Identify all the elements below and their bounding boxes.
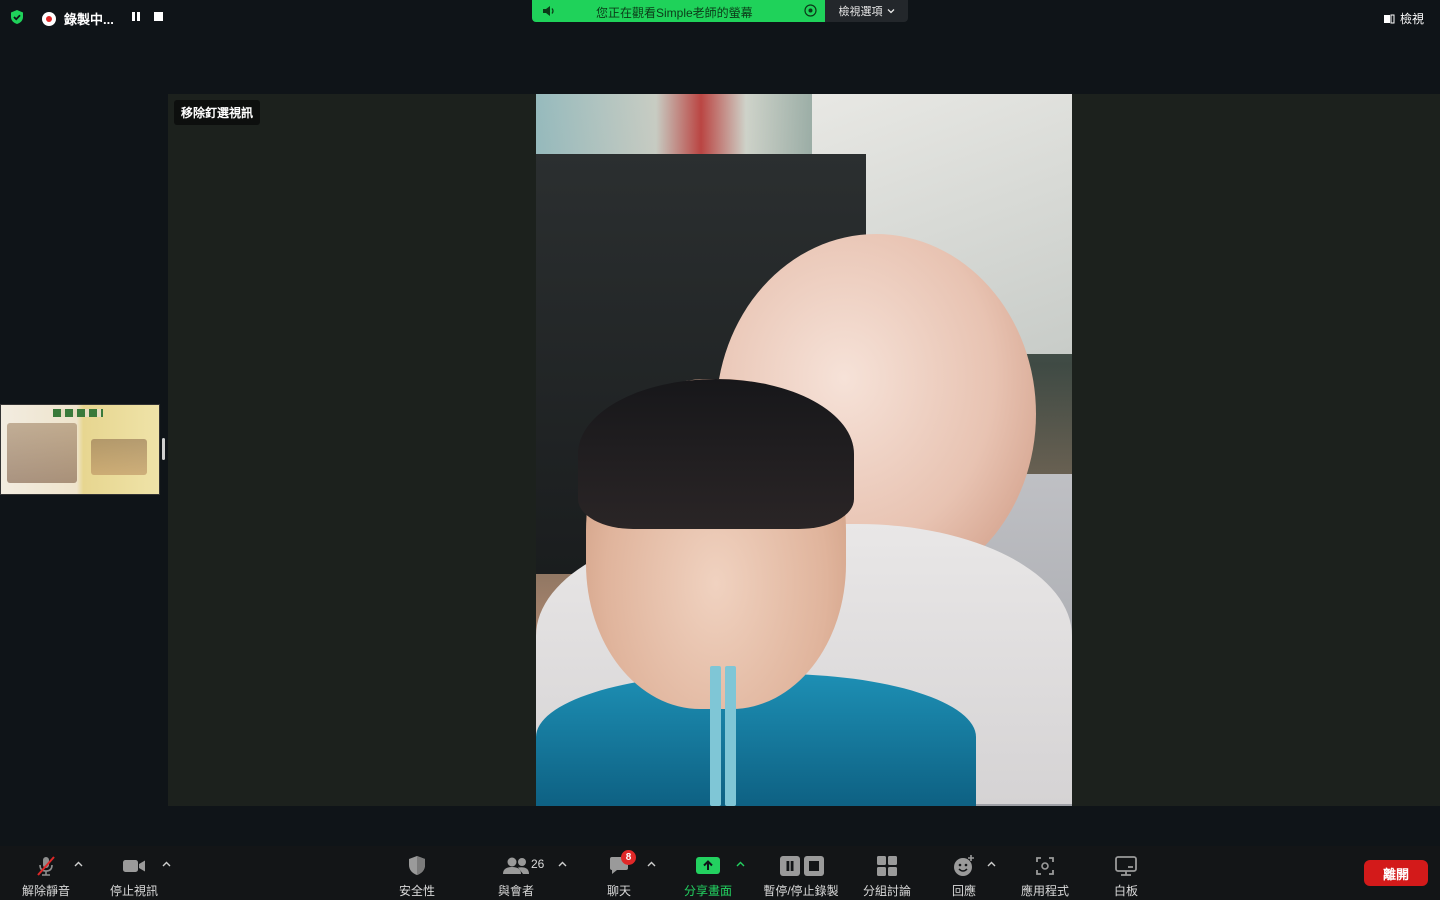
video-icon <box>123 860 145 872</box>
participants-options-chevron[interactable] <box>558 861 567 867</box>
target-icon[interactable] <box>804 4 817 17</box>
thumbnail-resize-handle[interactable] <box>162 438 165 460</box>
security-shield-icon <box>409 856 425 875</box>
whiteboard-label: 白板 <box>1113 884 1138 898</box>
breakout-rooms-button[interactable]: 分組討論 <box>860 846 914 900</box>
share-screen-icon <box>696 857 720 874</box>
chat-label: 聊天 <box>606 884 631 898</box>
audio-options-chevron[interactable] <box>74 861 83 867</box>
leave-meeting-button[interactable]: 離開 <box>1364 860 1428 886</box>
view-label: 檢視 <box>1399 12 1424 26</box>
mic-muted-icon <box>37 856 55 876</box>
recording-label: 錄製中... <box>64 12 114 27</box>
chat-unread-badge: 8 <box>621 850 636 865</box>
pause-record-icon <box>780 856 824 876</box>
participants-button[interactable]: 與會者 <box>494 846 538 900</box>
pinned-participant-video[interactable] <box>536 94 1072 806</box>
top-bar: 錄製中... 您正在觀看Simple老師的螢幕 檢視選項 檢視 <box>0 0 1440 34</box>
shared-screen-thumbnail[interactable] <box>0 404 160 495</box>
share-options-chevron[interactable] <box>736 861 745 867</box>
shield-icon[interactable] <box>9 9 25 25</box>
breakout-label: 分組討論 <box>862 884 911 898</box>
banner-text: 您正在觀看Simple老師的螢幕 <box>596 6 753 20</box>
whiteboard-button[interactable]: 白板 <box>1108 846 1144 900</box>
viewing-screen-notice: 您正在觀看Simple老師的螢幕 <box>532 0 825 22</box>
pause-record-label: 暫停/停止錄製 <box>763 884 839 898</box>
chevron-down-icon <box>887 9 894 14</box>
main-video-stage: 移除釘選視訊 <box>168 94 1440 806</box>
apps-icon <box>1036 857 1054 875</box>
pause-icon[interactable] <box>132 12 140 21</box>
view-icon <box>1383 14 1395 23</box>
reactions-label: 回應 <box>951 884 976 898</box>
share-screen-label: 分享畫面 <box>683 884 732 898</box>
reactions-button[interactable]: 回應 <box>946 846 982 900</box>
unmute-button[interactable]: 解除靜音 <box>20 846 72 900</box>
apps-button[interactable]: 應用程式 <box>1016 846 1074 900</box>
apps-label: 應用程式 <box>1020 884 1069 898</box>
view-options-label: 檢視選項 <box>838 6 883 18</box>
video-options-chevron[interactable] <box>162 861 171 867</box>
unmute-label: 解除靜音 <box>21 884 70 898</box>
record-icon <box>42 11 56 26</box>
view-button[interactable]: 檢視 <box>1383 10 1424 27</box>
screen-share-banner: 您正在觀看Simple老師的螢幕 檢視選項 <box>532 0 908 22</box>
share-screen-button[interactable]: 分享畫面 <box>680 846 736 900</box>
breakout-icon <box>877 856 897 876</box>
pause-stop-recording-button[interactable]: 暫停/停止錄製 <box>758 846 844 900</box>
view-options-button[interactable]: 檢視選項 <box>825 0 908 22</box>
meeting-toolbar: 解除靜音 停止視訊 安全性 與會者 26 聊天 8 分享畫面 暫停/停止錄製 分… <box>0 846 1440 900</box>
speaker-icon <box>543 6 554 16</box>
whiteboard-icon <box>1115 856 1137 876</box>
reactions-icon <box>954 855 974 876</box>
recording-indicator: 錄製中... <box>42 9 114 28</box>
stop-video-label: 停止視訊 <box>109 884 158 898</box>
participants-count: 26 <box>531 857 545 871</box>
reactions-options-chevron[interactable] <box>987 861 996 867</box>
stop-icon[interactable] <box>154 12 163 21</box>
security-button[interactable]: 安全性 <box>392 846 442 900</box>
participants-icon <box>503 857 529 874</box>
chat-options-chevron[interactable] <box>647 861 656 867</box>
security-label: 安全性 <box>398 884 435 898</box>
unpin-video-button[interactable]: 移除釘選視訊 <box>174 100 261 125</box>
stop-video-button[interactable]: 停止視訊 <box>108 846 160 900</box>
participants-label: 與會者 <box>497 884 534 898</box>
